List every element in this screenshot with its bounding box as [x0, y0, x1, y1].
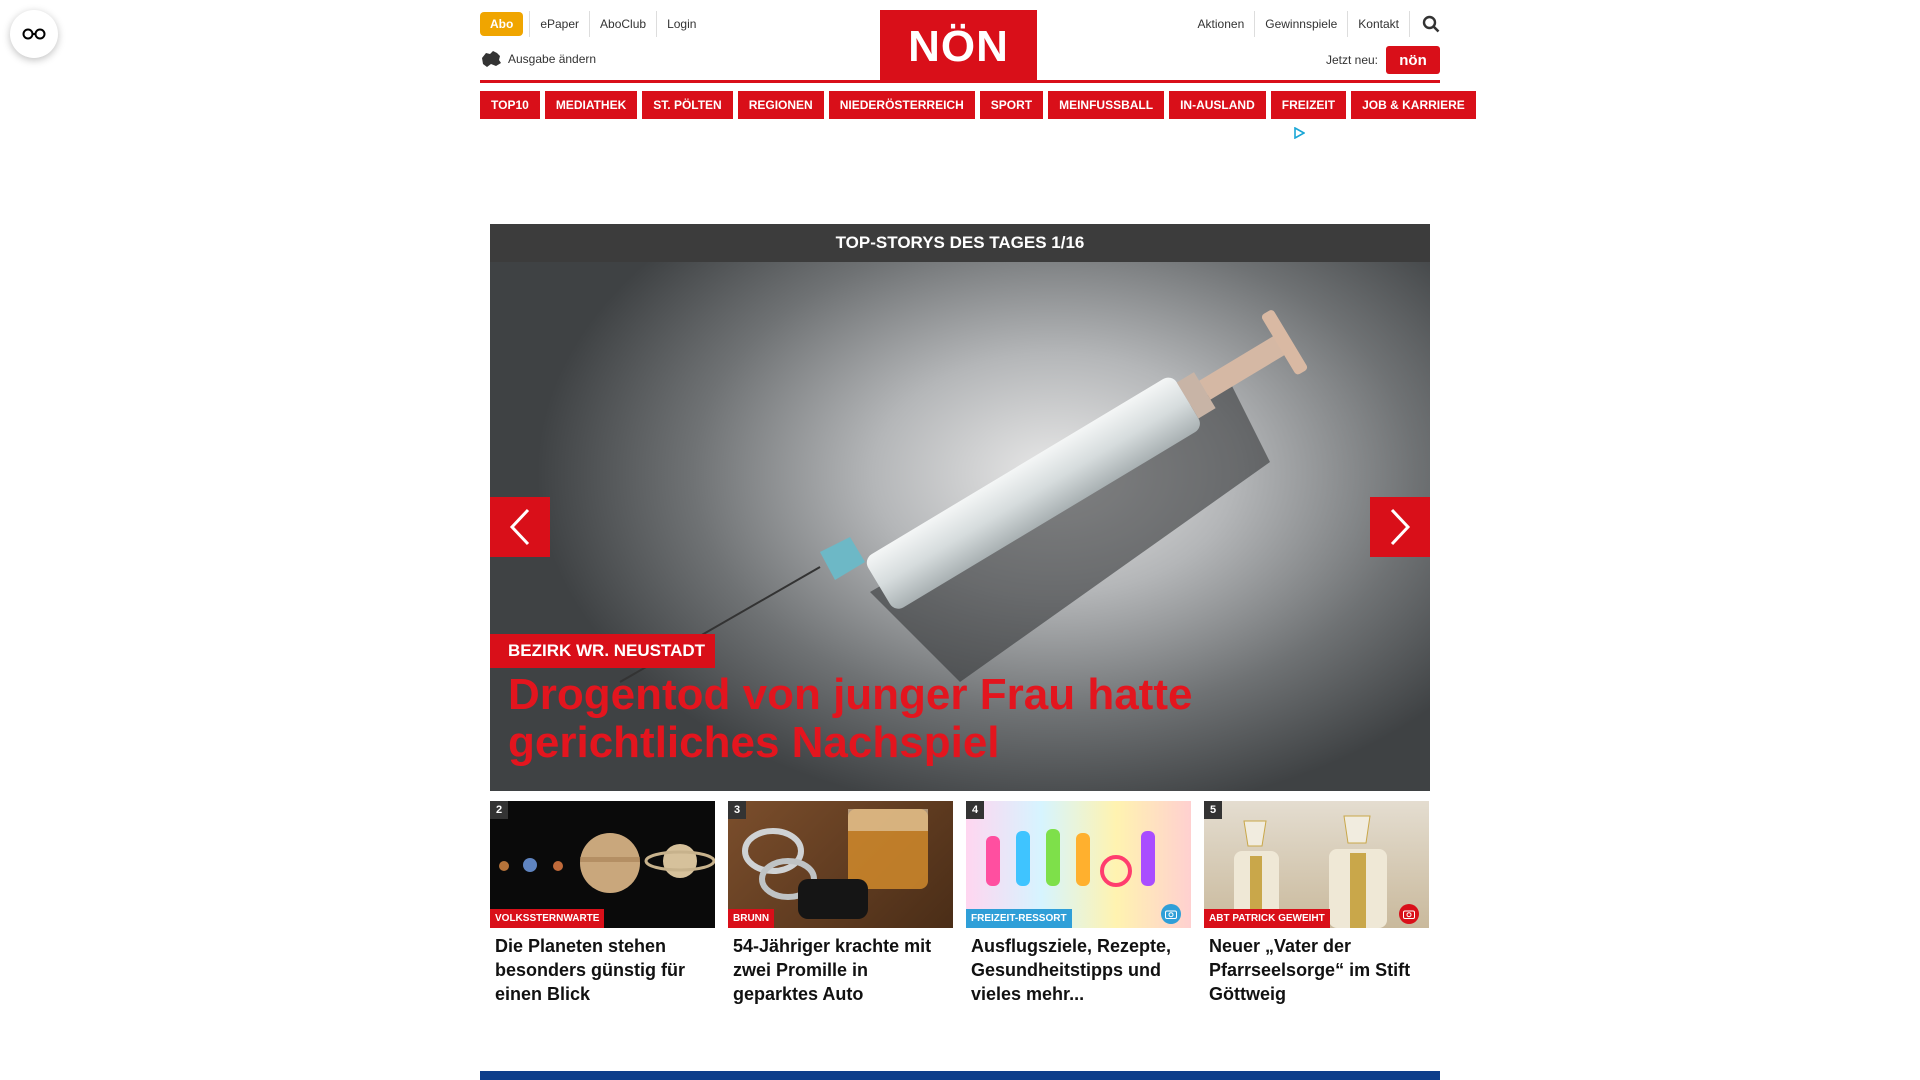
story-card[interactable]: 3 BRUNN 54-Jähriger krachte mit zwei Pro… [728, 801, 953, 1006]
nav-mediathek[interactable]: MEDIATHEK [544, 91, 638, 119]
epaper-link[interactable]: ePaper [529, 11, 589, 37]
story-number: 4 [966, 801, 984, 819]
story-tag: VOLKSSTERNWARTE [490, 909, 605, 928]
nav-job-karriere[interactable]: JOB & KARRIERE [1351, 91, 1476, 119]
story-image[interactable]: 4 FREIZEIT-RESSORT [966, 801, 1191, 928]
story-title[interactable]: Die Planeten stehen besonders günstig fü… [490, 928, 715, 1006]
kontakt-link[interactable]: Kontakt [1347, 11, 1409, 37]
aboclub-link[interactable]: AboClub [589, 11, 656, 37]
slide-title[interactable]: Drogentod von junger Frau hatte gerichtl… [508, 671, 1268, 767]
utility-nav-left: Abo ePaper AboClub Login [480, 11, 706, 37]
promo-label: Jetzt neu: [1325, 53, 1378, 67]
story-title[interactable]: 54-Jähriger krachte mit zwei Promille in… [728, 928, 953, 1006]
login-link[interactable]: Login [656, 11, 706, 37]
adchoices-icon[interactable] [1293, 126, 1306, 144]
page-container: Abo ePaper AboClub Login Ausgabe ändern … [480, 0, 1476, 1004]
nav-in-ausland[interactable]: IN-AUSLAND [1169, 91, 1266, 119]
gewinnspiele-link[interactable]: Gewinnspiele [1254, 11, 1347, 37]
story-image[interactable]: 5 ABT PATRICK GEWEIHT [1204, 801, 1429, 928]
header: Abo ePaper AboClub Login Ausgabe ändern … [480, 0, 1440, 83]
slider-prev-button[interactable] [490, 497, 550, 557]
slider-heading: TOP-STORYS DES TAGES 1/16 [490, 224, 1430, 262]
nav-niederoesterreich[interactable]: NIEDERÖSTERREICH [828, 91, 975, 119]
nav-regionen[interactable]: REGIONEN [737, 91, 824, 119]
search-button[interactable] [1409, 11, 1440, 37]
story-tag: FREIZEIT-RESSORT [966, 909, 1072, 928]
slider-next-button[interactable] [1370, 497, 1430, 557]
top-stories-slider: TOP-STORYS DES TAGES 1/16 BEZIRK WR. NEU… [490, 224, 1430, 791]
abo-button[interactable]: Abo [480, 12, 524, 36]
nav-meinfussball[interactable]: MEINFUSSBALL [1048, 91, 1165, 119]
story-number: 3 [728, 801, 746, 819]
story-image[interactable]: 3 BRUNN [728, 801, 953, 928]
noen-logo[interactable]: NÖN [880, 10, 1037, 83]
story-image[interactable]: 2 VOLKSSTERNWARTE [490, 801, 715, 928]
search-icon [1422, 15, 1440, 33]
nav-sport[interactable]: SPORT [979, 91, 1044, 119]
edition-label: Ausgabe ändern [508, 52, 597, 66]
story-title[interactable]: Ausflugsziele, Rezepte, Gesundheitstipps… [966, 928, 1191, 1006]
story-cards: 2 VOLKSSTERNWARTE Die Planeten stehen be… [490, 801, 1430, 1006]
nav-freizeit[interactable]: FREIZEIT [1270, 91, 1347, 119]
story-number: 2 [490, 801, 508, 819]
camera-icon [1161, 904, 1181, 924]
slide-kicker[interactable]: BEZIRK WR. NEUSTADT [490, 634, 716, 668]
region-map-icon [482, 51, 501, 67]
story-title[interactable]: Neuer „Vater der Pfarrseelsorge“ im Stif… [1204, 928, 1429, 1006]
nav-st-poelten[interactable]: ST. PÖLTEN [642, 91, 733, 119]
accessibility-button[interactable] [10, 10, 58, 58]
aktionen-link[interactable]: Aktionen [1188, 11, 1255, 37]
main-nav: TOP10 MEDIATHEK ST. PÖLTEN REGIONEN NIED… [480, 91, 1476, 119]
story-card[interactable]: 5 ABT PATRICK GEWEIHT Neuer „Vater der P… [1204, 801, 1429, 1006]
footer-bar [480, 1071, 1440, 1080]
camera-icon [1399, 904, 1419, 924]
chevron-right-icon [1390, 508, 1411, 546]
nav-top10[interactable]: TOP10 [480, 91, 540, 119]
utility-nav-right: Aktionen Gewinnspiele Kontakt [1188, 11, 1440, 37]
story-tag: BRUNN [728, 909, 775, 928]
chevron-left-icon [509, 508, 530, 546]
story-number: 5 [1204, 801, 1222, 819]
promo-new[interactable]: Jetzt neu: nön [1326, 46, 1440, 74]
story-card[interactable]: 4 FREIZEIT-RESSORT Ausflugsziele, Rezept… [966, 801, 1191, 1006]
edition-switch[interactable]: Ausgabe ändern [480, 50, 596, 68]
story-tag: ABT PATRICK GEWEIHT [1204, 909, 1330, 928]
promo-badge: nön [1386, 46, 1440, 74]
story-card[interactable]: 2 VOLKSSTERNWARTE Die Planeten stehen be… [490, 801, 715, 1006]
glasses-icon [22, 28, 46, 40]
